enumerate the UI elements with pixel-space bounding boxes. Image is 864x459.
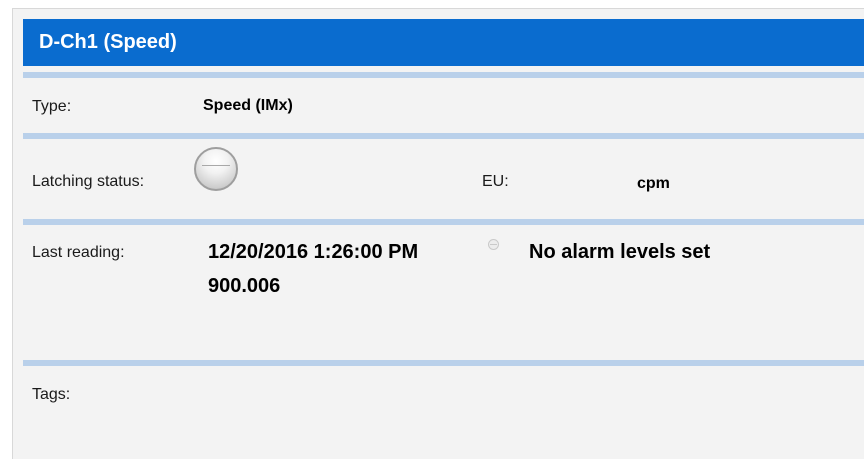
separator [23,219,864,225]
separator [23,72,864,78]
type-value: Speed (IMx) [203,97,293,114]
alarm-status-text: No alarm levels set [529,241,711,263]
latching-status-indicator-icon [194,147,238,191]
tags-label: Tags: [32,386,71,403]
channel-details-panel: D-Ch1 (Speed) Type: Speed (IMx) Latching… [12,8,864,459]
eu-label: EU: [482,173,509,190]
separator [23,360,864,366]
alarm-status-icon [488,239,499,250]
channel-title: D-Ch1 (Speed) [23,19,864,66]
separator [23,133,864,139]
last-reading-label: Last reading: [32,244,125,261]
last-reading-timestamp: 12/20/2016 1:26:00 PM [208,241,419,263]
eu-value: cpm [637,175,670,192]
last-reading-value: 900.006 [208,275,281,297]
type-label: Type: [32,98,72,115]
latching-status-label: Latching status: [32,173,145,190]
